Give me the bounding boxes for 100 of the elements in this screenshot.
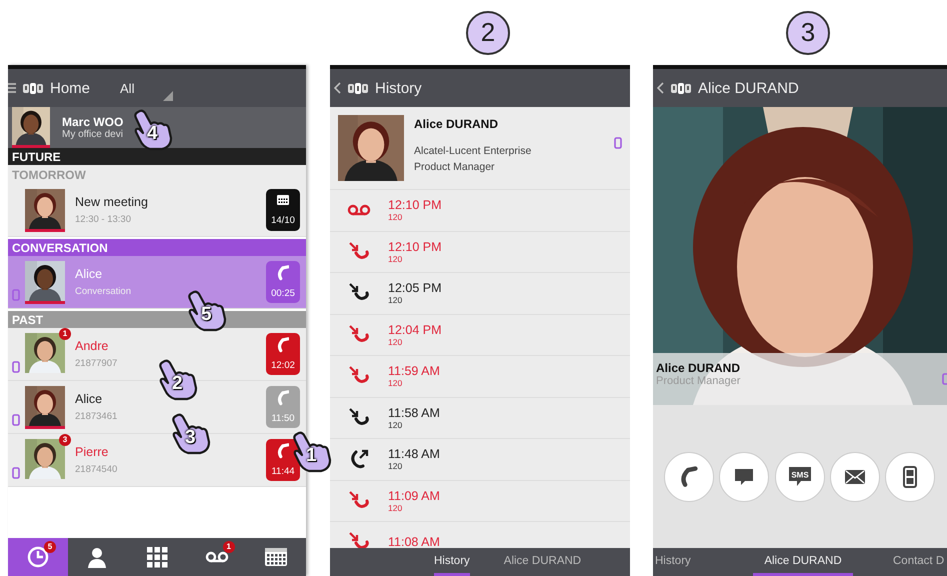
- tab[interactable]: History: [653, 548, 753, 576]
- call-number: 120: [388, 461, 404, 472]
- action-button[interactable]: [885, 452, 935, 502]
- section-title: FUTURE: [12, 150, 61, 164]
- badge-time: 11:44: [271, 466, 295, 478]
- mobile-phone-icon: [12, 361, 20, 373]
- filter-dropdown[interactable]: All: [118, 78, 136, 98]
- call-row[interactable]: 11:58 AM 120: [330, 398, 630, 439]
- user-name: Marc WOO: [62, 115, 124, 129]
- phone-icon: [276, 336, 290, 353]
- call-row[interactable]: 11:59 AM 120: [330, 356, 630, 398]
- contact-name: Alice DURAND: [656, 361, 740, 375]
- call-number: 120: [388, 212, 404, 222]
- phone-icon: [276, 264, 290, 281]
- call-time: 11:48 AM: [388, 447, 440, 462]
- back-icon[interactable]: [657, 82, 664, 94]
- call-number: 120: [388, 420, 404, 430]
- call-row[interactable]: 12:04 PM 120: [330, 314, 630, 356]
- row-detail: 21874540: [75, 464, 118, 475]
- call-number: 120: [388, 295, 404, 306]
- tab[interactable]: Alice DURAND: [753, 548, 853, 576]
- screen-title: Alice DURAND: [698, 80, 799, 96]
- logo-icon: [670, 82, 692, 94]
- tab[interactable]: History: [434, 548, 470, 576]
- calendar-icon: [276, 194, 290, 206]
- calendar-icon: [264, 547, 288, 567]
- dropdown-icon[interactable]: [163, 91, 173, 101]
- voicemail-icon: [204, 551, 229, 563]
- sms-bubble-icon: SMS: [788, 466, 812, 488]
- incoming-call-icon: [348, 531, 370, 548]
- call-row[interactable]: 12:10 PM 120: [330, 232, 630, 273]
- badge-time: 00:25: [271, 288, 295, 300]
- call-time: 12:04 PM: [388, 322, 442, 337]
- contact-name: Pierre: [75, 445, 110, 459]
- contact-name: Alice DURAND: [414, 117, 500, 131]
- count-badge: 1: [222, 541, 235, 553]
- chat-bubble-icon: [733, 466, 756, 486]
- menu-icon[interactable]: [8, 82, 16, 94]
- mobile-phone-icon: [903, 466, 917, 488]
- call-time: 11:58 AM: [388, 406, 440, 420]
- badge-time: 11:50: [271, 413, 295, 424]
- person-icon: [86, 546, 108, 568]
- clock-icon: [26, 546, 49, 568]
- job-title: Product Manager: [414, 161, 496, 173]
- call-row[interactable]: 12:05 PM 120: [330, 273, 630, 314]
- action-button[interactable]: SMS: [774, 452, 824, 502]
- mobile-phone-icon: [12, 289, 20, 301]
- screen-title: Home: [50, 80, 90, 96]
- tab[interactable]: Alice DURAND: [504, 548, 582, 576]
- tab[interactable]: Contact D: [893, 548, 944, 576]
- row-detail: 21873461: [75, 411, 118, 422]
- outgoing-call-icon: [348, 448, 370, 470]
- call-time: 12:10 PM: [388, 198, 442, 212]
- subsection-title: TOMORROW: [12, 168, 86, 182]
- envelope-icon: [844, 468, 866, 484]
- call-time: 11:09 AM: [388, 488, 440, 503]
- section-title: CONVERSATION: [12, 240, 108, 254]
- call-time: 11:59 AM: [388, 364, 440, 378]
- step-number: 4: [147, 124, 158, 144]
- device-label: My office devi: [62, 129, 124, 140]
- call-row[interactable]: 11:09 AM 120: [330, 480, 630, 522]
- call-number: 120: [388, 378, 404, 388]
- call-row[interactable]: 12:10 PM 120: [330, 190, 630, 232]
- call-row[interactable]: 11:48 AM 120: [330, 439, 630, 480]
- contact-name: Andre: [75, 339, 110, 353]
- count-badge: 5: [44, 541, 56, 553]
- call-number: 120: [388, 502, 404, 513]
- row-detail: 12:30 - 13:30: [75, 214, 132, 225]
- dialpad-icon: [146, 546, 168, 568]
- step-number: 3: [786, 10, 830, 54]
- step-number: 1: [306, 446, 317, 466]
- back-icon[interactable]: [334, 82, 341, 94]
- contact-name: New meeting: [75, 195, 149, 209]
- call-time: 12:05 PM: [388, 281, 442, 296]
- mobile-phone-icon: [12, 467, 20, 479]
- step-number: 2: [466, 10, 510, 54]
- action-button[interactable]: [664, 452, 714, 502]
- nav-tab[interactable]: 1: [186, 538, 246, 576]
- call-time: 12:10 PM: [388, 240, 442, 254]
- phone-icon: [276, 442, 290, 459]
- mobile-phone-icon: [12, 414, 20, 426]
- history-row[interactable]: New meeting 12:30 - 13:30 14/10: [8, 184, 306, 237]
- logo-icon: [347, 82, 369, 94]
- phone-icon: [680, 466, 698, 488]
- contact-name: Alice: [75, 267, 104, 281]
- company-name: Alcatel-Lucent Enterprise: [414, 145, 532, 157]
- screen-title: History: [375, 80, 422, 96]
- logo-icon: [22, 82, 44, 94]
- mobile-phone-icon: [614, 137, 622, 149]
- call-time: 11:08 AM: [388, 535, 440, 548]
- call-number: 120: [388, 336, 404, 347]
- phone-icon: [276, 390, 290, 406]
- badge-time: 12:02: [271, 360, 295, 372]
- row-detail: 21877907: [75, 358, 118, 369]
- call-number: 120: [388, 254, 404, 264]
- contact-name: Alice: [75, 392, 104, 406]
- badge-time: 14/10: [271, 215, 295, 226]
- section-title: PAST: [12, 312, 44, 326]
- nav-tab[interactable]: 5: [8, 538, 68, 576]
- row-detail: Conversation: [75, 286, 132, 297]
